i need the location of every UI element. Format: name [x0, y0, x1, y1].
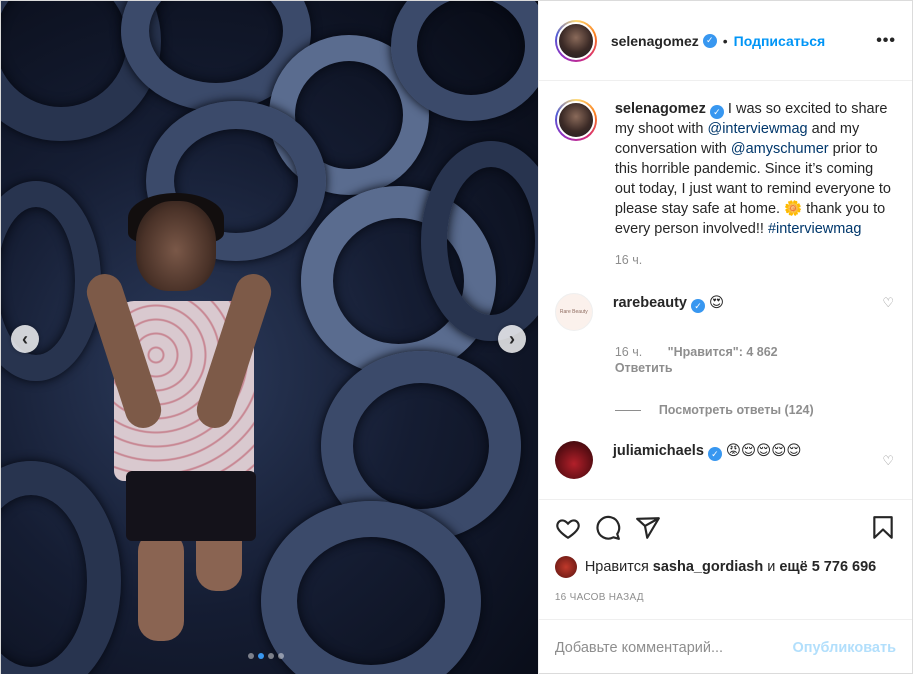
comment-item: Rare Beauty rarebeauty ✓ 😍 ♡ — [554, 293, 896, 331]
avatar[interactable] — [554, 556, 577, 578]
liked-by-prefix: Нравится — [584, 559, 649, 575]
comment-input[interactable] — [554, 639, 793, 656]
caption: selenagomez ✓ I was so excited to share m… — [554, 99, 896, 239]
divider-line — [614, 409, 641, 411]
verified-icon: ✓ — [702, 33, 717, 48]
model-figure — [82, 193, 276, 641]
avatar[interactable]: Rare Beauty — [554, 293, 593, 331]
comment-item: juliamichaels ✓ 😡😌😌😌😌 ♡ — [554, 441, 896, 479]
add-comment-bar: Опубликовать — [538, 619, 912, 674]
verified-icon: ✓ — [707, 447, 722, 461]
verified-icon: ✓ — [709, 105, 724, 119]
comment-meta: 16 ч. "Нравится": 4 862 — [615, 345, 896, 359]
publish-button[interactable]: Опубликовать — [792, 640, 896, 656]
chevron-left-icon: ‹ — [22, 328, 28, 349]
separator-dot: • — [722, 32, 728, 49]
verified-icon: ✓ — [690, 299, 705, 313]
carousel-dot — [278, 653, 284, 659]
heart-icon[interactable] — [555, 515, 581, 541]
carousel-dot — [248, 653, 254, 659]
mention-link[interactable]: @interviewmag — [707, 121, 807, 137]
avatar[interactable] — [554, 19, 597, 62]
liked-by-user[interactable]: sasha_gordiash — [653, 559, 763, 575]
skirt — [126, 471, 256, 541]
carousel-dot — [268, 653, 274, 659]
avatar[interactable] — [554, 441, 593, 479]
post-photo[interactable]: ‹ › — [1, 1, 538, 674]
post-timestamp[interactable]: 16 часов назад — [555, 592, 896, 603]
comment-icon[interactable] — [595, 515, 621, 541]
comment-emoji: 😡😌😌😌😌 — [725, 443, 802, 459]
liked-and: и — [767, 559, 776, 575]
comment-text: rarebeauty ✓ 😍 — [613, 293, 724, 331]
comment-username[interactable]: rarebeauty — [613, 295, 687, 311]
more-options-icon[interactable]: ••• — [876, 32, 896, 50]
next-slide-button[interactable]: › — [498, 325, 526, 353]
prev-slide-button[interactable]: ‹ — [11, 325, 39, 353]
caption-text: selenagomez ✓ I was so excited to share m… — [615, 99, 896, 239]
carousel-indicator — [248, 653, 284, 659]
caption-username[interactable]: selenagomez — [615, 101, 706, 117]
comment-time[interactable]: 16 ч. — [615, 345, 642, 359]
view-replies-button[interactable]: Посмотреть ответы (124) — [614, 403, 896, 417]
comment-likes[interactable]: "Нравится": 4 862 — [668, 345, 778, 359]
action-icons — [555, 500, 896, 556]
leg — [138, 531, 184, 641]
avatar[interactable] — [554, 99, 597, 141]
view-replies-label: Посмотреть ответы (124) — [658, 403, 814, 417]
carousel-dot-active — [258, 653, 264, 659]
chevron-right-icon: › — [509, 328, 515, 349]
post-actions: Нравится sasha_gordiash и ещё 5 776 696 … — [538, 499, 912, 603]
caption-time[interactable]: 16 ч. — [615, 253, 896, 267]
comment-text: juliamichaels ✓ 😡😌😌😌😌 — [613, 441, 802, 479]
comment-emoji: 😍 — [709, 295, 725, 311]
comments-section[interactable]: selenagomez ✓ I was so excited to share m… — [539, 81, 912, 499]
post-header: selenagomez ✓ • Подписаться ••• — [538, 1, 912, 81]
hashtag-link[interactable]: #interviewmag — [768, 221, 862, 237]
flower-emoji: 🌼 — [784, 201, 803, 217]
bookmark-icon[interactable] — [870, 515, 896, 541]
comment-username[interactable]: juliamichaels — [613, 443, 704, 459]
head — [136, 201, 216, 291]
likes-summary: Нравится sasha_gordiash и ещё 5 776 696 — [554, 556, 896, 578]
share-icon[interactable] — [635, 515, 661, 541]
instagram-post: ‹ › selenagomez ✓ • Подписаться ••• sele… — [0, 0, 913, 674]
author-username[interactable]: selenagomez — [611, 33, 699, 49]
reply-button[interactable]: Ответить — [615, 361, 896, 375]
like-comment-heart-icon[interactable]: ♡ — [882, 295, 894, 311]
tire — [1, 181, 101, 381]
mention-link[interactable]: @amyschumer — [731, 141, 829, 157]
post-sidebar: selenagomez ✓ • Подписаться ••• selenago… — [537, 1, 912, 674]
follow-button[interactable]: Подписаться — [734, 33, 826, 49]
like-comment-heart-icon[interactable]: ♡ — [882, 453, 894, 469]
likes-count[interactable]: ещё 5 776 696 — [779, 559, 876, 575]
